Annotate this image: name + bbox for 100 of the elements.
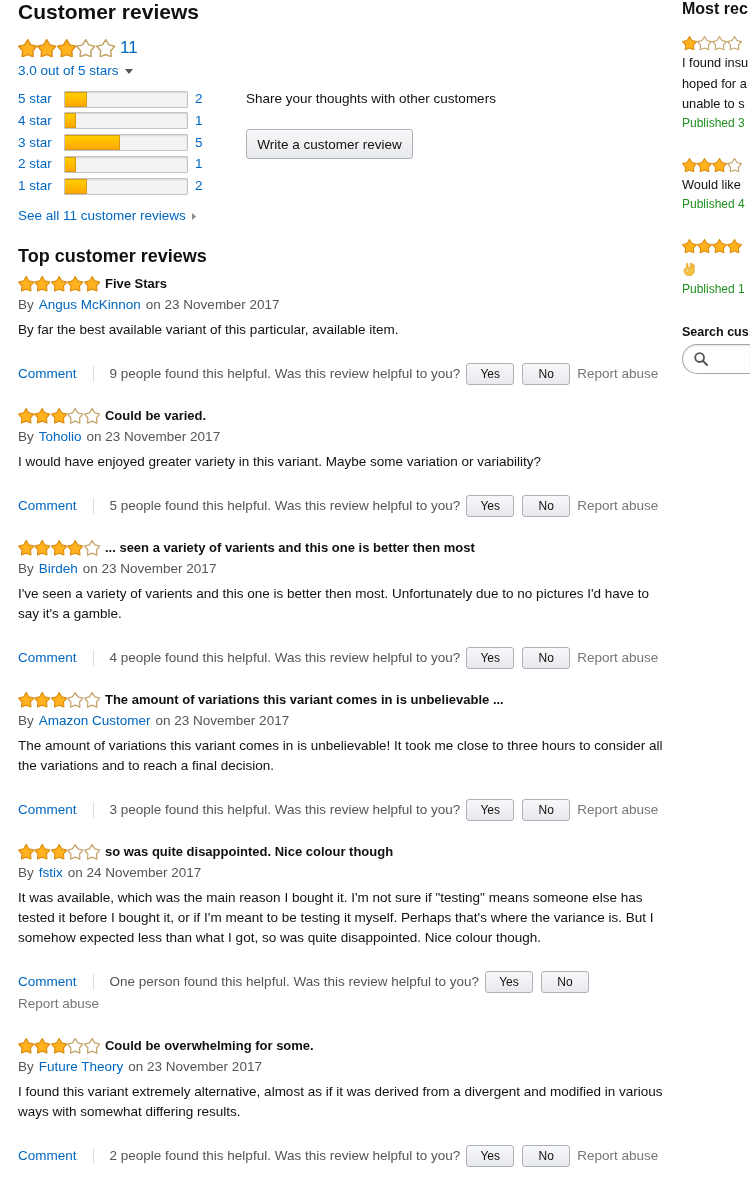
caret-down-icon <box>124 68 133 74</box>
helpful-text: One person found this helpful. Was this review helpful to you? <box>109 974 479 989</box>
no-button[interactable]: No <box>522 1145 571 1167</box>
comment-link[interactable]: Comment <box>18 650 77 665</box>
star-count-link[interactable]: 2 <box>195 90 203 108</box>
report-abuse-link[interactable]: Report abuse <box>577 1148 659 1163</box>
star-icon <box>18 540 35 556</box>
review-date: on 23 November 2017 <box>145 297 280 312</box>
report-abuse-link[interactable]: Report abuse <box>18 996 100 1011</box>
review-date: on 23 November 2017 <box>128 1059 262 1074</box>
helpful-text: 5 people found this helpful. Was this review helpful to you? <box>109 498 461 513</box>
report-abuse-link[interactable]: Report abuse <box>577 650 659 665</box>
star-icon <box>56 38 77 58</box>
yes-button[interactable]: Yes <box>466 799 515 821</box>
review-count-link[interactable]: 11 <box>119 38 138 58</box>
star-filter-link[interactable]: 3 star <box>18 133 64 152</box>
star-icon <box>50 692 68 708</box>
star-outline-icon <box>83 408 100 424</box>
review-text: The amount of variations this variant comes in is unbelievable! It took me close to three hours to consider all the variations and to reach a final decision. <box>18 737 664 775</box>
comment-link[interactable]: Comment <box>18 366 77 381</box>
review-title: The amount of variations this variant comes in is unbelievable ... <box>104 691 504 709</box>
star-outline-icon <box>727 157 742 173</box>
by-label: By <box>18 1059 34 1074</box>
star-icon <box>34 1038 51 1054</box>
star-icon <box>34 276 51 292</box>
share-prompt: Share your thoughts with other customers <box>246 90 496 108</box>
review-text: I've seen a variety of varients and this one is better then most. Unfortunately due to no pictures I'd have to say it's a gamble. <box>18 585 650 623</box>
comment-link[interactable]: Comment <box>18 498 77 513</box>
by-label: By <box>18 429 34 444</box>
see-all-reviews-link[interactable]: See all 11 customer reviews <box>18 207 196 225</box>
star-count-link[interactable]: 2 <box>195 177 203 195</box>
yes-button[interactable]: Yes <box>466 647 515 669</box>
by-label: By <box>18 865 34 880</box>
author-link[interactable]: Future Theory <box>38 1059 124 1074</box>
review-title: Five Stars <box>104 275 168 293</box>
helpful-text: 4 people found this helpful. Was this review helpful to you? <box>109 650 461 665</box>
yes-button[interactable]: Yes <box>466 363 515 385</box>
review-date: on 24 November 2017 <box>67 865 202 880</box>
review-date: on 23 November 2017 <box>155 713 290 728</box>
review-snippet: Would like <box>682 176 742 195</box>
by-label: By <box>18 713 34 728</box>
star-icon <box>727 238 742 253</box>
write-review-button[interactable]: Write a customer review <box>246 129 413 159</box>
star-outline-icon <box>67 408 84 424</box>
star-icon <box>697 238 712 253</box>
section-heading: Top customer reviews <box>18 245 208 268</box>
by-label: By <box>18 561 34 576</box>
star-count-link[interactable]: 1 <box>195 111 203 130</box>
review-text: By far the best available variant of this particular, available item. <box>18 321 400 339</box>
star-icon <box>50 844 68 860</box>
search-icon <box>694 352 708 366</box>
star-outline-icon <box>67 1038 84 1054</box>
section-heading: Customer reviews <box>18 0 200 24</box>
comment-link[interactable]: Comment <box>18 1148 77 1163</box>
report-abuse-link[interactable]: Report abuse <box>577 498 659 513</box>
star-filter-link[interactable]: 4 star <box>18 111 64 130</box>
star-icon <box>37 38 57 58</box>
star-icon <box>34 408 51 424</box>
star-outline-icon <box>727 36 742 51</box>
star-count-link[interactable]: 1 <box>195 155 203 174</box>
star-outline-icon <box>76 38 96 58</box>
yes-button[interactable]: Yes <box>466 495 515 517</box>
star-outline-icon <box>83 844 100 860</box>
no-button[interactable]: No <box>522 647 571 669</box>
report-abuse-link[interactable]: Report abuse <box>577 366 659 381</box>
author-link[interactable]: Amazon Customer <box>38 713 151 728</box>
star-icon <box>83 276 100 292</box>
no-button[interactable]: No <box>541 971 589 993</box>
author-link[interactable]: fstix <box>38 865 63 880</box>
report-abuse-link[interactable]: Report abuse <box>577 802 659 817</box>
author-link[interactable]: Toholio <box>38 429 82 444</box>
no-button[interactable]: No <box>522 495 571 517</box>
star-icon <box>712 157 727 173</box>
author-link[interactable]: Angus McKinnon <box>38 297 141 312</box>
author-link[interactable]: Birdeh <box>38 561 78 576</box>
star-filter-link[interactable]: 2 star <box>18 155 64 174</box>
star-outline-icon <box>712 36 727 51</box>
no-button[interactable]: No <box>522 363 571 385</box>
star-icon <box>50 1038 68 1054</box>
star-count-link[interactable]: 5 <box>195 133 203 152</box>
star-icon <box>50 408 68 424</box>
helpful-text: 2 people found this helpful. Was this review helpful to you? <box>109 1148 461 1163</box>
review-text: I found this variant extremely alternative, almost as if it was derived from a divergent and modified in various ways with somewhat differing results. <box>18 1083 664 1121</box>
section-heading: Search cus <box>682 324 750 340</box>
helpful-text: 3 people found this helpful. Was this review helpful to you? <box>109 802 461 817</box>
ok-hand-icon <box>683 262 695 276</box>
comment-link[interactable]: Comment <box>18 974 77 989</box>
review-date: on 23 November 2017 <box>82 561 217 576</box>
yes-button[interactable]: Yes <box>485 971 533 993</box>
yes-button[interactable]: Yes <box>466 1145 515 1167</box>
star-icon <box>34 844 51 860</box>
star-icon <box>682 36 697 51</box>
star-filter-link[interactable]: 5 star <box>18 90 64 108</box>
no-button[interactable]: No <box>522 799 571 821</box>
star-filter-link[interactable]: 1 star <box>18 177 64 195</box>
published-date: Published 4 <box>682 195 746 212</box>
rating-dropdown-link[interactable]: 3.0 out of 5 stars <box>18 62 133 80</box>
comment-link[interactable]: Comment <box>18 802 77 817</box>
star-outline-icon <box>95 38 115 58</box>
star-outline-icon <box>67 844 84 860</box>
